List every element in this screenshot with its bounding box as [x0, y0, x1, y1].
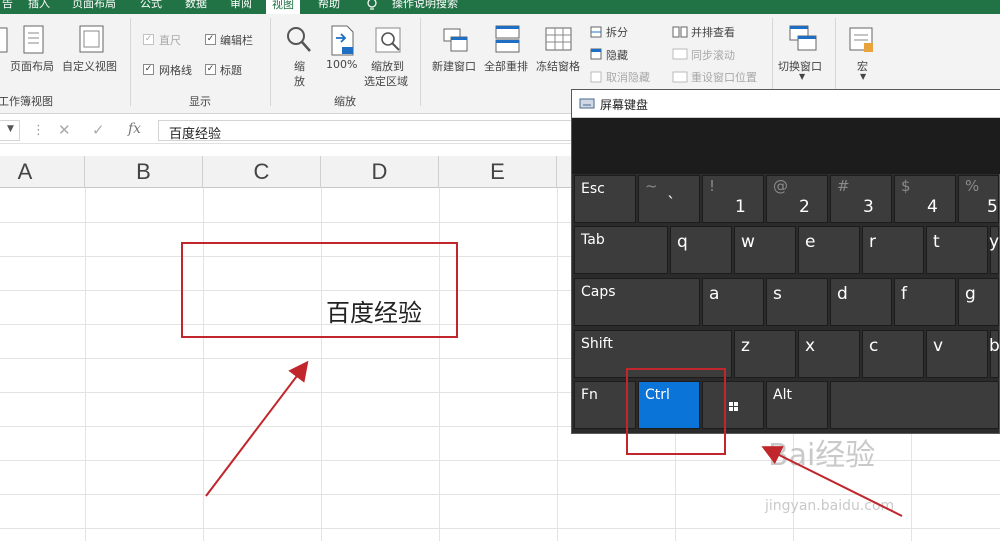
- arrow-to-ctrl: [761, 446, 903, 517]
- arrow-to-cell: [205, 360, 309, 497]
- annotation-arrows: [205, 360, 903, 517]
